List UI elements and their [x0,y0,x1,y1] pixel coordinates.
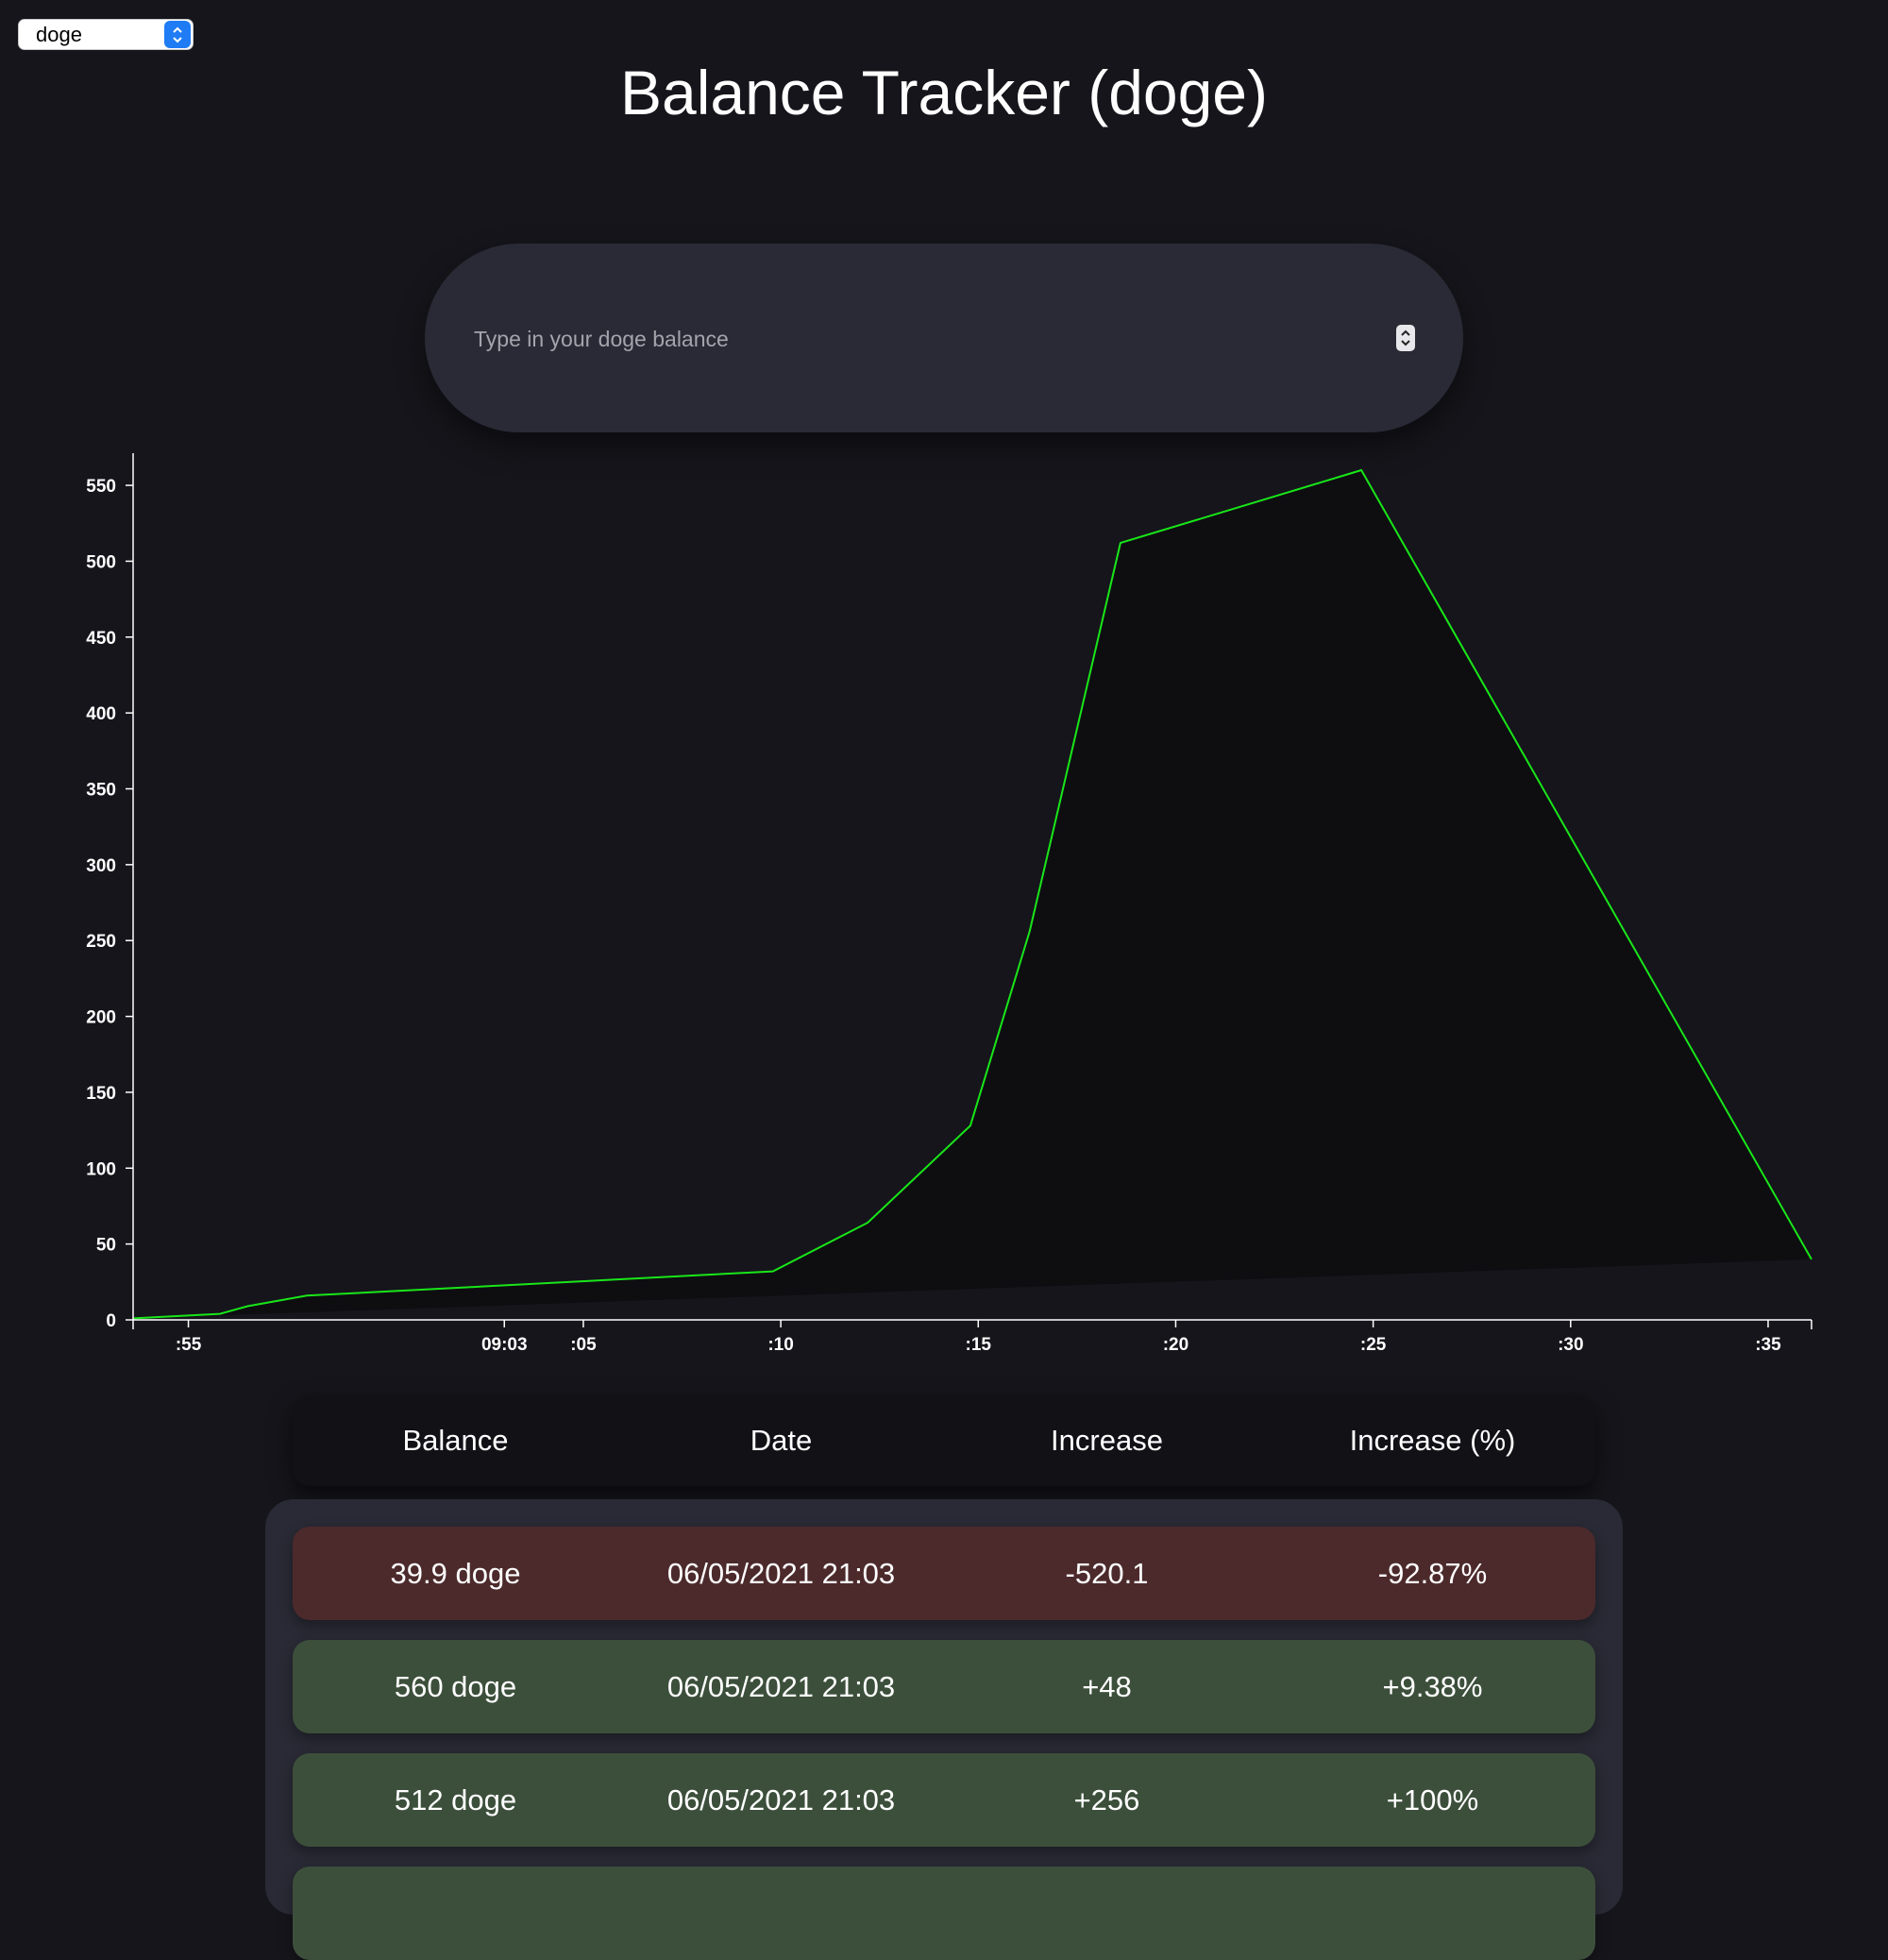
table-row: 512 doge 06/05/2021 21:03 +256 +100% [293,1753,1595,1847]
x-tick-label: :30 [1558,1335,1583,1355]
y-tick-label: 250 [86,932,116,952]
x-tick-label: :15 [966,1335,992,1355]
y-tick-label: 350 [86,781,116,801]
x-tick-label: :20 [1163,1335,1188,1355]
y-tick-label: 450 [86,629,116,649]
coin-select-value: doge [19,23,164,47]
number-spinner-icon[interactable] [1396,325,1415,351]
y-tick-label: 400 [86,704,116,724]
header-increase-percent: Increase (%) [1270,1424,1595,1458]
coin-select[interactable]: doge [18,19,194,50]
cell-date: 06/05/2021 21:03 [618,1670,944,1704]
history-table: 39.9 doge 06/05/2021 21:03 -520.1 -92.87… [265,1499,1623,1915]
cell-balance: 39.9 doge [293,1557,618,1591]
table-row: 560 doge 06/05/2021 21:03 +48 +9.38% [293,1640,1595,1733]
header-balance: Balance [293,1424,618,1458]
cell-increase-percent: +9.38% [1270,1670,1595,1704]
table-row [293,1867,1595,1960]
x-tick-label: :35 [1755,1335,1781,1355]
x-tick-label: :55 [176,1335,202,1355]
y-tick-label: 550 [86,477,116,497]
cell-increase: +48 [944,1670,1270,1704]
y-tick-label: 0 [106,1311,116,1331]
cell-increase-percent: -92.87% [1270,1557,1595,1591]
x-tick-label: :10 [767,1335,793,1355]
table-header: Balance Date Increase Increase (%) [293,1395,1595,1486]
cell-increase: +256 [944,1783,1270,1817]
y-tick-label: 100 [86,1159,116,1179]
x-tick-label: 09:03 [481,1335,528,1355]
cell-balance: 512 doge [293,1783,618,1817]
balance-chart: 0 50 100 150 200 250 300 350 400 450 500 550 :55 09:0… [0,453,1888,1360]
balance-input-container [425,244,1463,432]
cell-increase: -520.1 [944,1557,1270,1591]
table-row: 39.9 doge 06/05/2021 21:03 -520.1 -92.87… [293,1527,1595,1620]
cell-balance: 560 doge [293,1670,618,1704]
select-arrows-icon [164,21,191,48]
cell-date: 06/05/2021 21:03 [618,1557,944,1591]
page-title: Balance Tracker (doge) [0,55,1888,130]
y-tick-label: 50 [96,1236,116,1256]
cell-increase-percent: +100% [1270,1783,1595,1817]
cell-date: 06/05/2021 21:03 [618,1783,944,1817]
y-tick-label: 500 [86,552,116,572]
y-tick-label: 300 [86,856,116,876]
x-tick-label: :25 [1360,1335,1387,1355]
y-tick-label: 150 [86,1084,116,1104]
header-increase: Increase [944,1424,1270,1458]
chart-area-fill [133,470,1812,1318]
x-tick-label: :05 [570,1335,597,1355]
balance-input[interactable] [472,244,1344,434]
header-date: Date [618,1424,944,1458]
y-tick-label: 200 [86,1008,116,1028]
